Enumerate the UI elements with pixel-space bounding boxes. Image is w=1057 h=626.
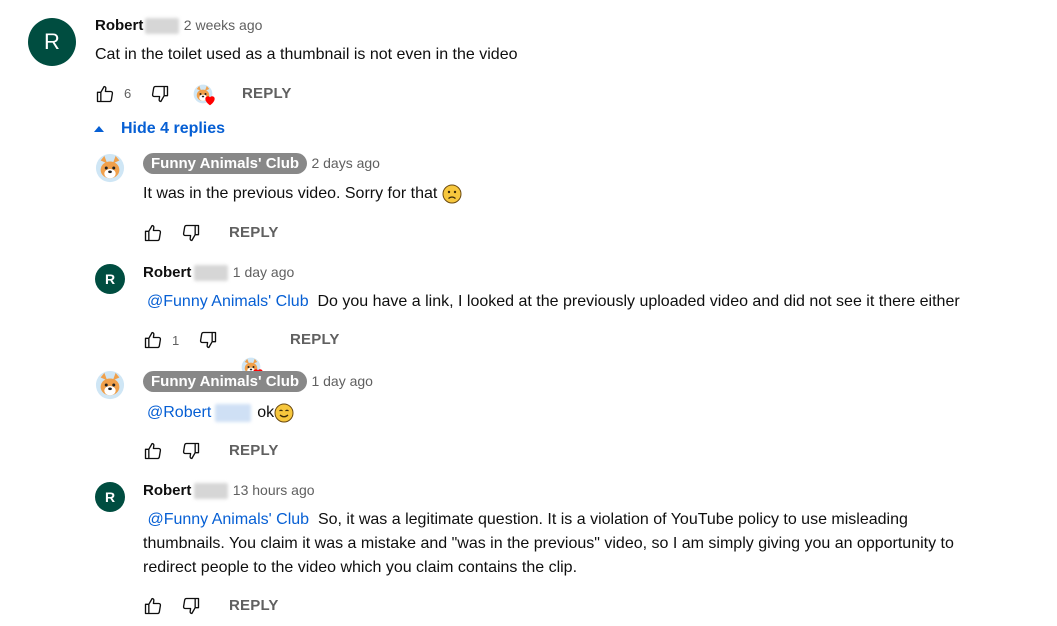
redacted-name <box>145 17 180 34</box>
author-chip[interactable]: Funny Animals' Club <box>143 153 308 174</box>
dog-avatar-icon <box>95 153 125 183</box>
reply-text-line: thumbnails. You claim it was a mistake a… <box>143 535 954 552</box>
dislike-button[interactable] <box>180 222 202 244</box>
dislike-button[interactable] <box>149 83 171 105</box>
like-count: 1 <box>172 333 180 348</box>
reply-header: Robert 13 hours ago <box>143 482 315 500</box>
reply-text-body: Do you have a link, I looked at the prev… <box>317 293 960 310</box>
timestamp[interactable]: 2 weeks ago <box>184 17 263 33</box>
thumb-up-icon <box>143 330 163 350</box>
like-button[interactable] <box>142 440 164 462</box>
reply-text-body: It was in the previous video. Sorry for … <box>143 185 438 202</box>
reply-text: @Funny Animals' Club Do you have a link,… <box>147 290 960 314</box>
author-name[interactable]: Robert <box>143 264 191 281</box>
creator-heart-icon <box>203 93 217 107</box>
like-button[interactable] <box>142 595 164 617</box>
mention-link[interactable]: @Robert <box>147 404 211 421</box>
author-name[interactable]: Robert <box>95 17 143 34</box>
timestamp[interactable]: 1 day ago <box>233 264 295 280</box>
thumb-down-icon <box>181 441 201 461</box>
mention-link[interactable]: @Funny Animals' Club <box>147 511 309 528</box>
like-button[interactable] <box>142 222 164 244</box>
smiling-face-icon <box>274 403 294 423</box>
thumb-down-icon <box>198 330 218 350</box>
mention-link[interactable]: @Funny Animals' Club <box>147 293 309 310</box>
thumb-down-icon <box>150 84 170 104</box>
thumb-up-icon <box>95 84 115 104</box>
comment-header: Robert 2 weeks ago <box>95 17 262 35</box>
like-count: 6 <box>124 86 132 101</box>
timestamp[interactable]: 13 hours ago <box>233 482 315 498</box>
thumb-down-icon <box>181 596 201 616</box>
thumb-up-icon <box>143 596 163 616</box>
reply-button[interactable]: REPLY <box>229 597 279 614</box>
thumb-down-icon <box>181 223 201 243</box>
creator-heart <box>193 84 219 110</box>
timestamp[interactable]: 2 days ago <box>311 155 380 171</box>
caret-up-icon <box>94 126 104 132</box>
avatar[interactable]: R <box>28 18 76 66</box>
comment-text: Cat in the toilet used as a thumbnail is… <box>95 46 518 63</box>
dog-avatar-icon <box>95 370 125 400</box>
frowning-face-icon <box>442 184 462 204</box>
reply-text-line: @Funny Animals' Club So, it was a legiti… <box>147 511 908 528</box>
reply-header: Robert 1 day ago <box>143 264 294 282</box>
reply-header: Funny Animals' Club 1 day ago <box>143 371 373 392</box>
author-name[interactable]: Robert <box>143 482 191 499</box>
like-button[interactable] <box>142 329 164 351</box>
channel-avatar[interactable] <box>95 153 125 188</box>
redacted-name <box>194 482 229 499</box>
reply-text: @Robert ok <box>147 401 294 425</box>
channel-avatar[interactable] <box>95 370 125 405</box>
timestamp[interactable]: 1 day ago <box>311 373 373 389</box>
reply-button[interactable]: REPLY <box>229 224 279 241</box>
thumb-up-icon <box>143 441 163 461</box>
like-button[interactable] <box>94 83 116 105</box>
redacted-name <box>215 403 252 422</box>
avatar[interactable]: R <box>95 264 125 294</box>
avatar[interactable]: R <box>95 482 125 512</box>
dislike-button[interactable] <box>180 440 202 462</box>
reply-button[interactable]: REPLY <box>290 331 340 348</box>
dislike-button[interactable] <box>197 329 219 351</box>
redacted-name <box>194 264 229 281</box>
hide-replies-label: Hide 4 replies <box>121 120 226 137</box>
reply-button[interactable]: REPLY <box>242 85 292 102</box>
dislike-button[interactable] <box>180 595 202 617</box>
hide-replies-button[interactable]: Hide 4 replies <box>93 120 225 138</box>
reply-text-line: redirect people to the video which you c… <box>143 559 578 576</box>
reply-text: It was in the previous video. Sorry for … <box>143 182 462 206</box>
thumb-up-icon <box>143 223 163 243</box>
reply-text: @Funny Animals' Club So, it was a legiti… <box>143 508 954 580</box>
reply-text-body: ok <box>257 404 275 421</box>
reply-button[interactable]: REPLY <box>229 442 279 459</box>
author-chip[interactable]: Funny Animals' Club <box>143 371 308 392</box>
reply-header: Funny Animals' Club 2 days ago <box>143 153 380 174</box>
